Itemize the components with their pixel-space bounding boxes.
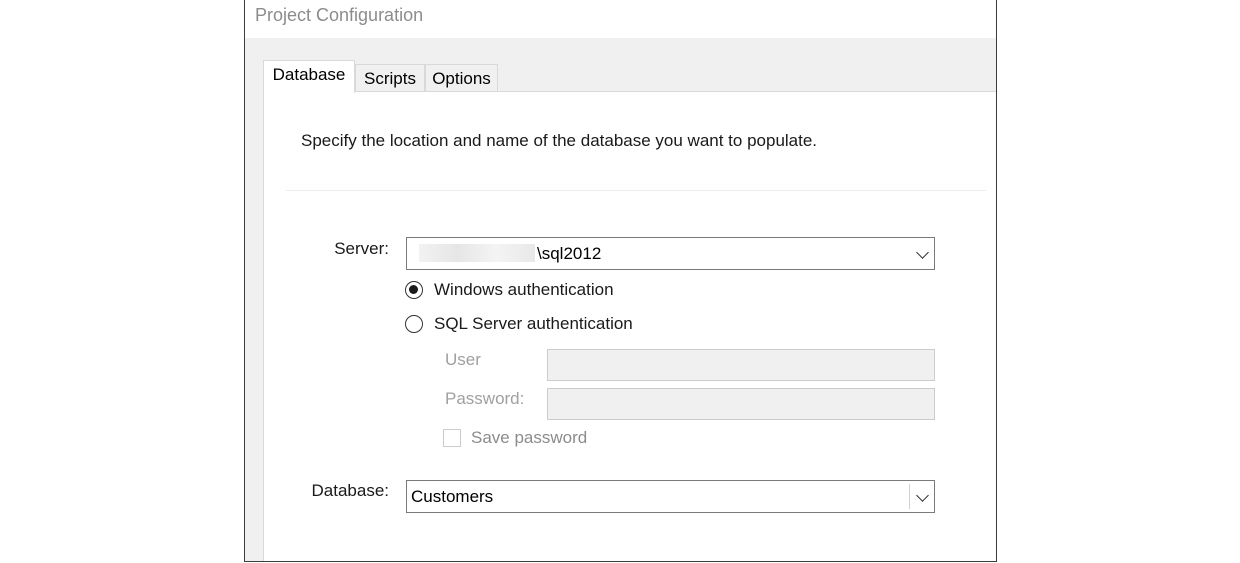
server-combobox[interactable]: \sql2012: [406, 237, 935, 270]
windows-auth-radio[interactable]: [405, 281, 423, 299]
tab-options[interactable]: Options: [425, 64, 498, 92]
tab-scripts[interactable]: Scripts: [355, 64, 425, 92]
server-label: Server:: [334, 239, 389, 258]
database-label: Database:: [311, 481, 390, 500]
title-bar: Project Configuration: [245, 0, 996, 38]
redacted-server-name: [419, 244, 535, 262]
database-combobox[interactable]: Customers: [406, 480, 935, 513]
tab-database[interactable]: Database: [263, 60, 355, 93]
sql-auth-radio[interactable]: [405, 315, 423, 333]
save-password-label: Save password: [471, 428, 588, 447]
instruction-text: Specify the location and name of the dat…: [301, 131, 818, 150]
database-value: Customers: [411, 487, 494, 506]
chevron-down-icon[interactable]: [916, 489, 929, 502]
user-label: User: [445, 350, 481, 369]
database-tab-panel: Specify the location and name of the dat…: [263, 91, 996, 561]
combo-divider: [909, 484, 910, 509]
server-value: \sql2012: [537, 244, 602, 263]
user-input[interactable]: [547, 349, 935, 381]
window-title: Project Configuration: [255, 5, 424, 25]
password-input[interactable]: [547, 388, 935, 420]
radio-selected-dot: [409, 285, 418, 294]
chevron-down-icon[interactable]: [916, 246, 929, 259]
sql-auth-label: SQL Server authentication: [434, 314, 633, 333]
project-configuration-dialog: Project Configuration Database Scripts O…: [244, 0, 997, 562]
windows-auth-label: Windows authentication: [434, 280, 614, 299]
password-label: Password:: [445, 389, 525, 408]
save-password-checkbox[interactable]: [443, 429, 461, 447]
separator: [286, 190, 986, 191]
